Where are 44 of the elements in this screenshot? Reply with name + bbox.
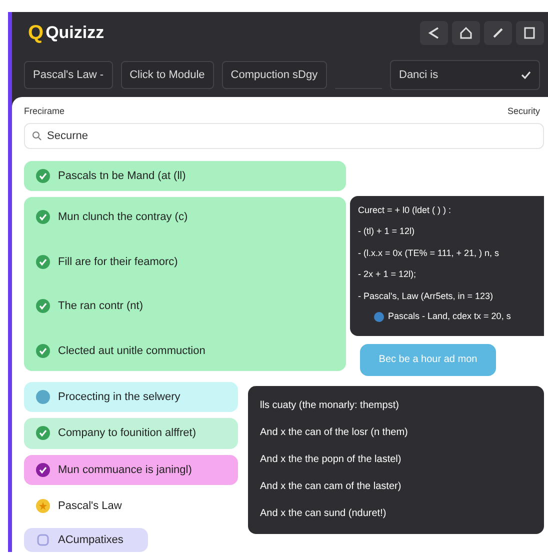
answer-option[interactable]: ACumpatixes [36,532,136,548]
check-circle-icon [36,168,50,183]
code-line: - (l.x.x = 0x (TE% = 111, + 21, ) n, s [358,246,500,260]
pen-icon[interactable] [484,20,512,45]
code-line: Curect = + l0 (ldet ( ) ) : [358,204,452,217]
code-line: - Pascal's, Law (Arr5ets, in = 123) [358,290,494,303]
note-line: lls cuaty (the monarly: thempst) [260,398,400,412]
answer-option[interactable]: Mun commuance is janingl) [36,462,226,478]
answer-option[interactable]: Company to founition alffret) [36,425,226,442]
home-icon[interactable] [452,20,480,45]
share-icon[interactable] [420,20,448,45]
note-line: And x the can cam of the laster) [260,480,402,494]
answer-option[interactable]: Pascal's Law [36,498,226,514]
toolbar-pill[interactable]: Click to Module [120,61,214,90]
answer-option[interactable]: Clected aut unitle commuction [36,342,334,359]
code-line: Pascals - Land, cdex tx = 20, s [388,310,511,323]
answer-option[interactable]: Procecting in the selwery [36,388,226,405]
check-circle-icon [36,344,50,358]
note-line: And x the can sund (nduret!) [260,506,388,520]
panel-label: Frecirame [24,105,65,118]
check-circle-icon [36,299,50,314]
check-circle-icon [36,426,50,440]
dropdown[interactable]: Danci is [390,60,540,90]
answer-option[interactable]: Fill are for their feamorc) [36,254,334,270]
app-name: Quizizz [46,22,104,44]
check-circle-icon [36,210,50,224]
note-line: And x the the popn of the lastel) [260,452,402,466]
search-icon [32,130,42,140]
logo-mark: Q [28,22,44,43]
document-icon[interactable] [516,20,544,45]
answer-option[interactable]: Pascals tn be Mand (at (ll) [36,168,334,184]
code-line: - (tl) + 1 = 12l) [358,225,416,238]
dot-icon [36,390,50,404]
answer-option[interactable]: The ran contr (nt) [36,298,334,314]
check-circle-icon [36,254,50,269]
toolbar-pill[interactable]: Pascal's Law - [24,61,113,90]
star-icon [36,499,50,514]
answer-option[interactable]: Mun clunch the contray (c) [36,209,334,226]
code-line: - 2x + 1 = 12l); [358,268,418,281]
search-field[interactable]: Securne [24,122,544,148]
panel-label: Security [507,105,540,118]
toolbar-pill[interactable]: Compuction sDgy [222,61,327,90]
check-circle-icon [36,462,50,477]
note-line: And x the can of the losr (n them) [260,426,409,440]
